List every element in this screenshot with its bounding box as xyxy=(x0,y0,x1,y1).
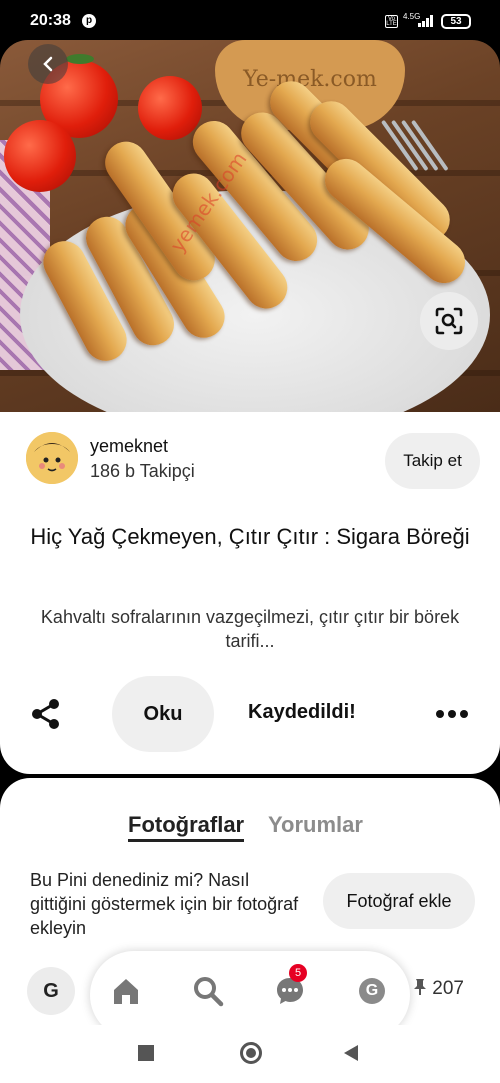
home-circle-icon[interactable] xyxy=(240,1042,262,1064)
tomato xyxy=(4,120,76,192)
share-button[interactable] xyxy=(28,696,64,732)
pinterest-notification-icon: p xyxy=(82,14,96,28)
battery-icon: 53 xyxy=(441,14,471,29)
pushpin-icon xyxy=(414,979,426,995)
tab-photos[interactable]: Fotoğraflar xyxy=(128,812,245,842)
author-name[interactable]: yemeknet xyxy=(90,436,168,457)
pin-description: Kahvaltı sofralarının vazgeçilmezi, çıtı… xyxy=(40,607,460,651)
pin-title: Hiç Yağ Çekmeyen, Çıtır Çıtır : Sigara B… xyxy=(30,524,470,549)
tomato xyxy=(138,76,202,140)
recents-icon[interactable] xyxy=(138,1045,154,1061)
pin-count: 207 xyxy=(413,978,464,1000)
volte-icon: Vo LTE xyxy=(385,15,398,28)
try-prompt: Bu Pini denediniz mi? Nasıl gittiğini gö… xyxy=(30,870,299,938)
nav-search[interactable] xyxy=(188,971,228,1011)
chevron-left-icon xyxy=(43,56,53,72)
profile-avatar: G xyxy=(359,978,385,1004)
system-navigation-bar xyxy=(0,1025,500,1083)
home-icon xyxy=(114,979,138,1004)
tab-comments[interactable]: Yorumlar xyxy=(268,812,363,838)
saved-button[interactable]: Kaydedildi! xyxy=(248,701,356,724)
back-triangle-icon[interactable] xyxy=(344,1045,358,1061)
messages-badge: 5 xyxy=(289,964,307,982)
back-button[interactable] xyxy=(28,44,68,84)
share-icon xyxy=(32,699,59,729)
visual-search-button[interactable] xyxy=(420,292,478,350)
author-avatar[interactable] xyxy=(26,432,78,484)
status-time: 20:38 xyxy=(30,12,71,29)
nav-home[interactable] xyxy=(106,971,146,1011)
read-button[interactable]: Oku xyxy=(112,676,214,752)
pin-count-value: 207 xyxy=(432,978,464,999)
pin-details-card: yemeknet 186 b Takipçi Takip et Hiç Yağ … xyxy=(0,412,500,774)
search-icon xyxy=(194,977,224,1007)
status-bar: 20:38 p Vo LTE 4.5G 53 xyxy=(0,0,500,44)
nav-profile[interactable]: G xyxy=(352,971,392,1011)
lens-search-icon xyxy=(435,307,463,335)
add-photo-button[interactable]: Fotoğraf ekle xyxy=(323,873,475,929)
bottom-navigation: G 5 G 207 xyxy=(0,945,500,1039)
follow-button[interactable]: Takip et xyxy=(385,433,480,489)
more-options-icon[interactable] xyxy=(432,710,472,720)
signal-icon xyxy=(418,15,434,27)
follower-count: 186 b Takipçi xyxy=(90,461,195,481)
account-switch-button[interactable]: G xyxy=(27,967,75,1015)
pin-image[interactable]: Ye-mek.com yemek.com xyxy=(0,40,500,412)
